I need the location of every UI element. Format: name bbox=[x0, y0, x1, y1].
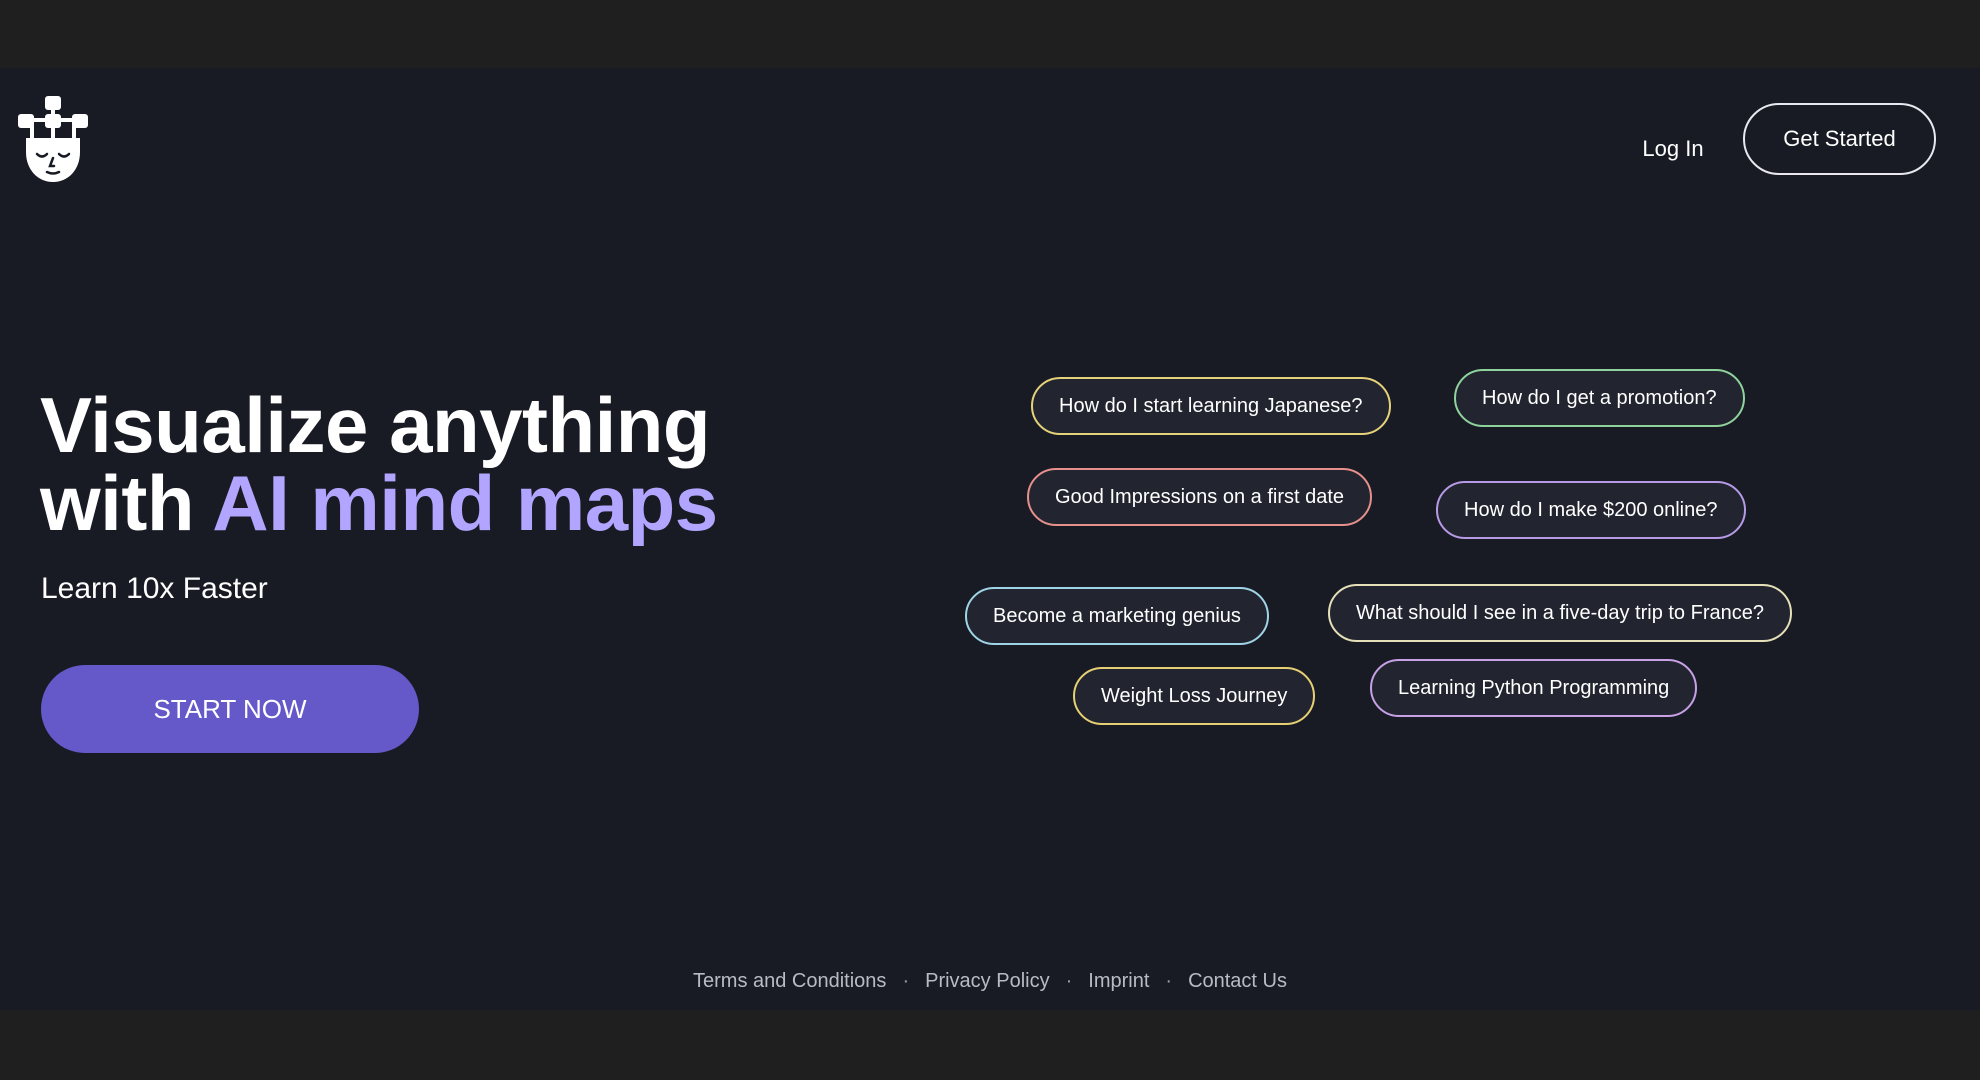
footer-separator: · bbox=[1065, 970, 1073, 992]
hero-title-prefix: with bbox=[40, 459, 213, 547]
topic-chip[interactable]: Become a marketing genius bbox=[965, 587, 1269, 645]
landing-page: Log In Get Started Visualize anything wi… bbox=[0, 68, 1980, 1010]
topic-chip[interactable]: Learning Python Programming bbox=[1370, 659, 1698, 717]
footer-separator: · bbox=[902, 970, 910, 992]
topic-chip[interactable]: How do I start learning Japanese? bbox=[1031, 377, 1391, 435]
get-started-button[interactable]: Get Started bbox=[1743, 103, 1936, 175]
topic-chip[interactable]: What should I see in a five-day trip to … bbox=[1328, 584, 1792, 642]
topic-chip[interactable]: Weight Loss Journey bbox=[1073, 667, 1316, 725]
hero-subtitle: Learn 10x Faster bbox=[41, 572, 268, 605]
footer-link-privacy[interactable]: Privacy Policy bbox=[925, 970, 1049, 992]
topic-chip[interactable]: Good Impressions on a first date bbox=[1027, 468, 1373, 526]
brain-tree-logo-icon[interactable] bbox=[18, 96, 88, 182]
hero-title-line-1: Visualize anything bbox=[40, 381, 711, 469]
footer-separator: · bbox=[1165, 970, 1173, 992]
login-link[interactable]: Log In bbox=[1618, 126, 1728, 172]
hero-title: Visualize anything with AI mind maps bbox=[40, 386, 718, 542]
footer-link-imprint[interactable]: Imprint bbox=[1088, 970, 1149, 992]
footer-link-terms[interactable]: Terms and Conditions bbox=[693, 970, 886, 992]
topic-chip[interactable]: How do I make $200 online? bbox=[1436, 481, 1746, 539]
start-now-button[interactable]: START NOW bbox=[41, 665, 419, 753]
top-letterbox bbox=[0, 0, 1980, 68]
hero-title-line-2: with AI mind maps bbox=[40, 464, 718, 542]
footer-link-contact[interactable]: Contact Us bbox=[1188, 970, 1287, 992]
footer-links: Terms and Conditions · Privacy Policy · Impr… bbox=[0, 970, 1980, 993]
topic-chip[interactable]: How do I get a promotion? bbox=[1454, 369, 1745, 427]
hero-title-accent: AI mind maps bbox=[212, 459, 718, 547]
bottom-letterbox bbox=[0, 1010, 1980, 1080]
